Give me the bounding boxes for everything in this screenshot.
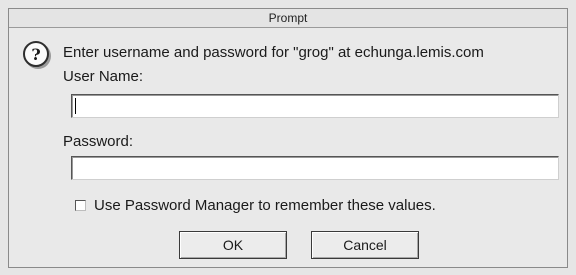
username-field[interactable]: [71, 94, 559, 118]
remember-option[interactable]: Use Password Manager to remember these v…: [75, 197, 436, 214]
prompt-message: Enter username and password for "grog" a…: [63, 44, 484, 61]
ok-button[interactable]: OK: [179, 231, 287, 259]
svg-text:?: ?: [31, 45, 40, 64]
prompt-dialog: Prompt ? Enter username and password for…: [8, 8, 568, 268]
window-title: Prompt: [9, 9, 567, 28]
text-caret: [75, 98, 76, 114]
question-icon: ?: [23, 41, 49, 67]
remember-checkbox[interactable]: [75, 200, 86, 211]
password-label: Password:: [63, 133, 134, 150]
password-field[interactable]: [71, 156, 559, 180]
remember-checkbox-label[interactable]: Use Password Manager to remember these v…: [94, 197, 436, 214]
cancel-button[interactable]: Cancel: [311, 231, 419, 259]
username-label: User Name:: [63, 68, 144, 85]
